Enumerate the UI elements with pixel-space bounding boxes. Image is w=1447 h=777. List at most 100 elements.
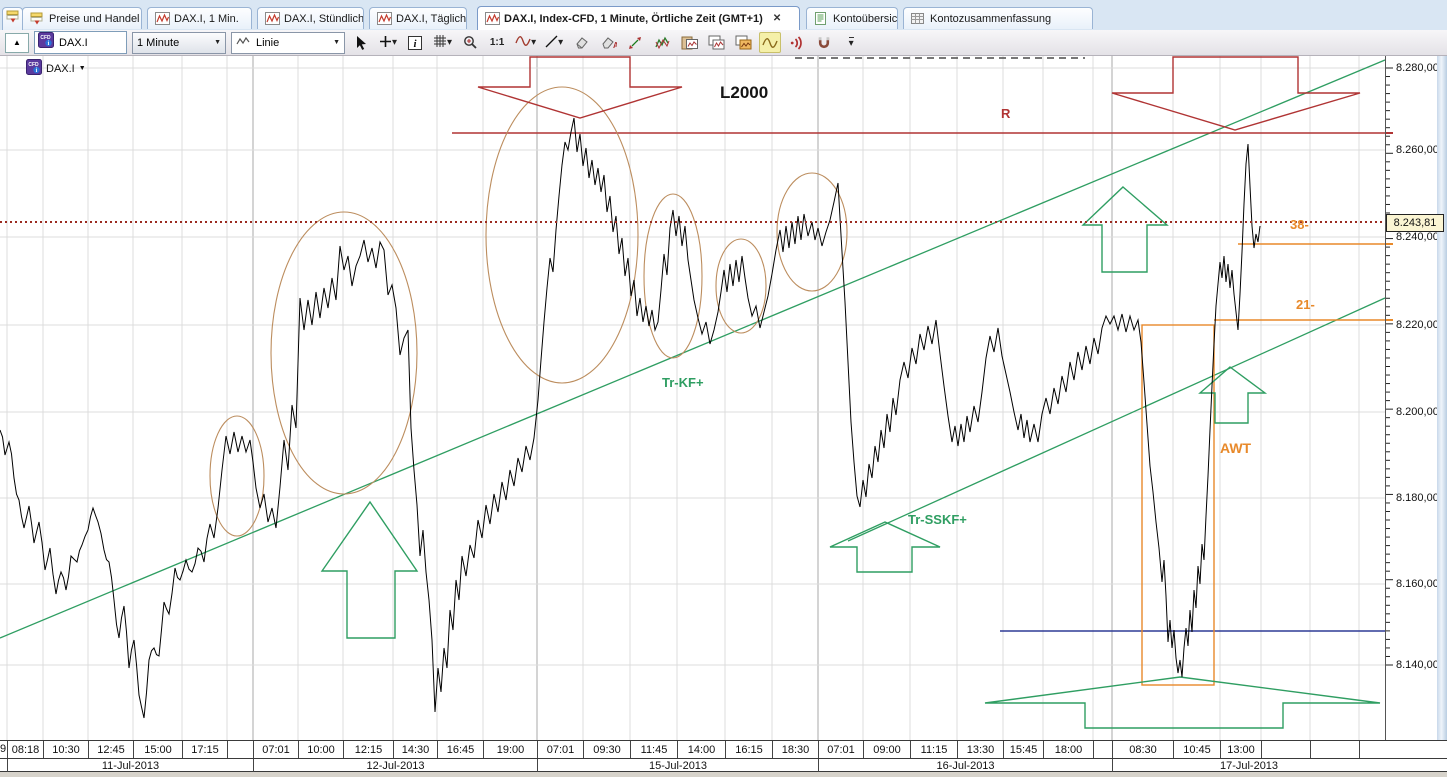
tab[interactable]: Preise und Handel (22, 7, 142, 29)
label-fib38[interactable]: 38- (1290, 217, 1309, 232)
collapse-panel-button[interactable]: ▲ (5, 33, 29, 53)
chevron-down-icon: ▼ (79, 65, 86, 72)
line-tool-icon (545, 35, 558, 51)
time-cell: 18:00 (1043, 741, 1093, 758)
label-tr-kf[interactable]: Tr-KF+ (662, 375, 704, 390)
price-axis-label: 8.220,00 (1396, 319, 1439, 331)
time-cell: 07:01 (537, 741, 583, 758)
price-axis-label: 8.140,00 (1396, 659, 1439, 671)
price-axis-label: 8.160,00 (1396, 578, 1439, 590)
period-dropdown[interactable]: 1 Minute ▼ (132, 32, 226, 54)
tab-label: Kontozusammenfassung (930, 13, 1051, 25)
tab-mini[interactable] (2, 7, 23, 30)
alerts-icon[interactable] (786, 32, 808, 53)
up-arrow-annotation[interactable] (1200, 367, 1265, 423)
time-cell: 13:30 (957, 741, 1003, 758)
time-cell: 07:01 (818, 741, 863, 758)
paste-chart-icon[interactable] (678, 32, 700, 53)
time-cell: 09:30 (583, 741, 630, 758)
time-cell (1310, 741, 1359, 758)
up-arrow-annotation[interactable] (322, 502, 417, 638)
time-cell: 08:30 (1112, 741, 1173, 758)
ellipse-annotation[interactable] (644, 194, 702, 358)
pointer-icon[interactable] (350, 32, 372, 53)
ellipse-annotation[interactable] (210, 416, 264, 536)
tab[interactable]: Kontoübersicht (806, 7, 898, 29)
bottom-strip (0, 772, 1447, 777)
label-awt[interactable]: AWT (1220, 440, 1251, 456)
date-cell: 15-Jul-2013 (537, 759, 818, 772)
time-partial-label: 9 (0, 741, 7, 758)
legend-symbol: DAX.I (46, 63, 75, 75)
label-l2000[interactable]: L2000 (720, 83, 768, 103)
eraser-all-icon[interactable]: A (597, 32, 619, 53)
time-cell: 08:18 (7, 741, 43, 758)
time-cell (1261, 741, 1310, 758)
time-cell: 16:15 (725, 741, 772, 758)
tab[interactable]: Kontozusammenfassung (903, 7, 1093, 29)
tab[interactable]: DAX.I, Stündlich (257, 7, 364, 29)
line-chart-type-icon (236, 36, 251, 50)
symbol-input[interactable] (57, 36, 123, 50)
tab-label: DAX.I, Täglich (396, 13, 466, 25)
page-table-icon (911, 12, 926, 25)
resize-icon[interactable] (624, 32, 646, 53)
price-axis-label: 8.240,00 (1396, 231, 1439, 243)
one-to-one-button[interactable]: 1:1 (486, 32, 508, 53)
label-r[interactable]: R (1001, 106, 1010, 121)
price-axis-label: 8.260,00 (1396, 144, 1439, 156)
info-icon[interactable]: i (404, 32, 426, 53)
magnet-icon[interactable] (813, 32, 835, 53)
copy-chart-icon[interactable] (705, 32, 727, 53)
more-tools-button[interactable]: ▾ (840, 32, 862, 53)
grid-icon (433, 34, 447, 51)
zigzag-icon[interactable] (651, 32, 673, 53)
trend-kf-line[interactable] (0, 60, 1385, 638)
time-cell: 16:45 (437, 741, 483, 758)
plus-icon (379, 35, 392, 51)
template-chart-icon[interactable] (732, 32, 754, 53)
time-cell (1359, 741, 1385, 758)
chart-type-dropdown[interactable]: Linie▼ (231, 32, 345, 54)
tab[interactable]: DAX.I, Täglich (369, 7, 467, 29)
down-arrow-annotation[interactable] (478, 57, 682, 118)
chart-icon (485, 12, 500, 25)
cfd-badge-icon: CFDi (26, 59, 42, 78)
time-cell: 12:45 (88, 741, 133, 758)
svg-text:A: A (613, 41, 617, 49)
date-axis: 11-Jul-2013 12-Jul-2013 15-Jul-2013 16-J… (0, 758, 1447, 772)
zoom-icon[interactable] (459, 32, 481, 53)
price-axis[interactable]: 8.280,008.260,008.240,008.220,008.200,00… (1385, 56, 1438, 740)
date-cell: 12-Jul-2013 (253, 759, 537, 772)
layers-icon (30, 12, 45, 25)
trend-sskf-line[interactable] (848, 298, 1385, 541)
ellipse-annotation[interactable] (271, 212, 417, 494)
time-axis[interactable]: 9 08:18 10:30 12:45 15:00 17:15 07:01 10… (0, 740, 1447, 758)
period-value: 1 Minute (137, 37, 179, 49)
tab[interactable]: DAX.I, 1 Min. (147, 7, 252, 29)
label-fib21[interactable]: 21- (1296, 297, 1315, 312)
tab[interactable]: DAX.I, Index-CFD, 1 Minute, Örtliche Zei… (477, 6, 800, 30)
window-edge-strip (1437, 56, 1447, 740)
time-cell: 11:45 (630, 741, 677, 758)
price-chart[interactable] (0, 0, 1447, 777)
label-tr-sskf[interactable]: Tr-SSKF+ (908, 512, 967, 527)
toolbar: ▲ CFDi 1 Minute▼ Linie▼ ▾ i ▾ 1:1 ▾ ▾ A … (0, 30, 1447, 56)
chart-legend[interactable]: CFDi DAX.I ▼ (26, 59, 86, 78)
page-green-icon (814, 12, 829, 25)
chevron-down-icon: ▼ (214, 39, 221, 46)
ellipse-annotation[interactable] (486, 87, 638, 383)
up-arrow-annotation[interactable] (1083, 187, 1167, 272)
add-object-button[interactable]: ▾ (377, 32, 399, 53)
tab-label: Kontoübersicht (833, 13, 898, 25)
chart-type-value: Linie (256, 37, 279, 49)
time-cell: 11:15 (910, 741, 957, 758)
eraser-icon[interactable] (570, 32, 592, 53)
up-arrow-annotation[interactable] (830, 522, 940, 572)
time-cell (1093, 741, 1112, 758)
line-tool-button[interactable]: ▾ (543, 32, 565, 53)
active-indicator-icon[interactable] (759, 32, 781, 53)
grid-button[interactable]: ▾ (431, 32, 454, 53)
close-icon[interactable]: ✕ (771, 13, 783, 24)
indicator-button[interactable]: ▾ (513, 32, 538, 53)
